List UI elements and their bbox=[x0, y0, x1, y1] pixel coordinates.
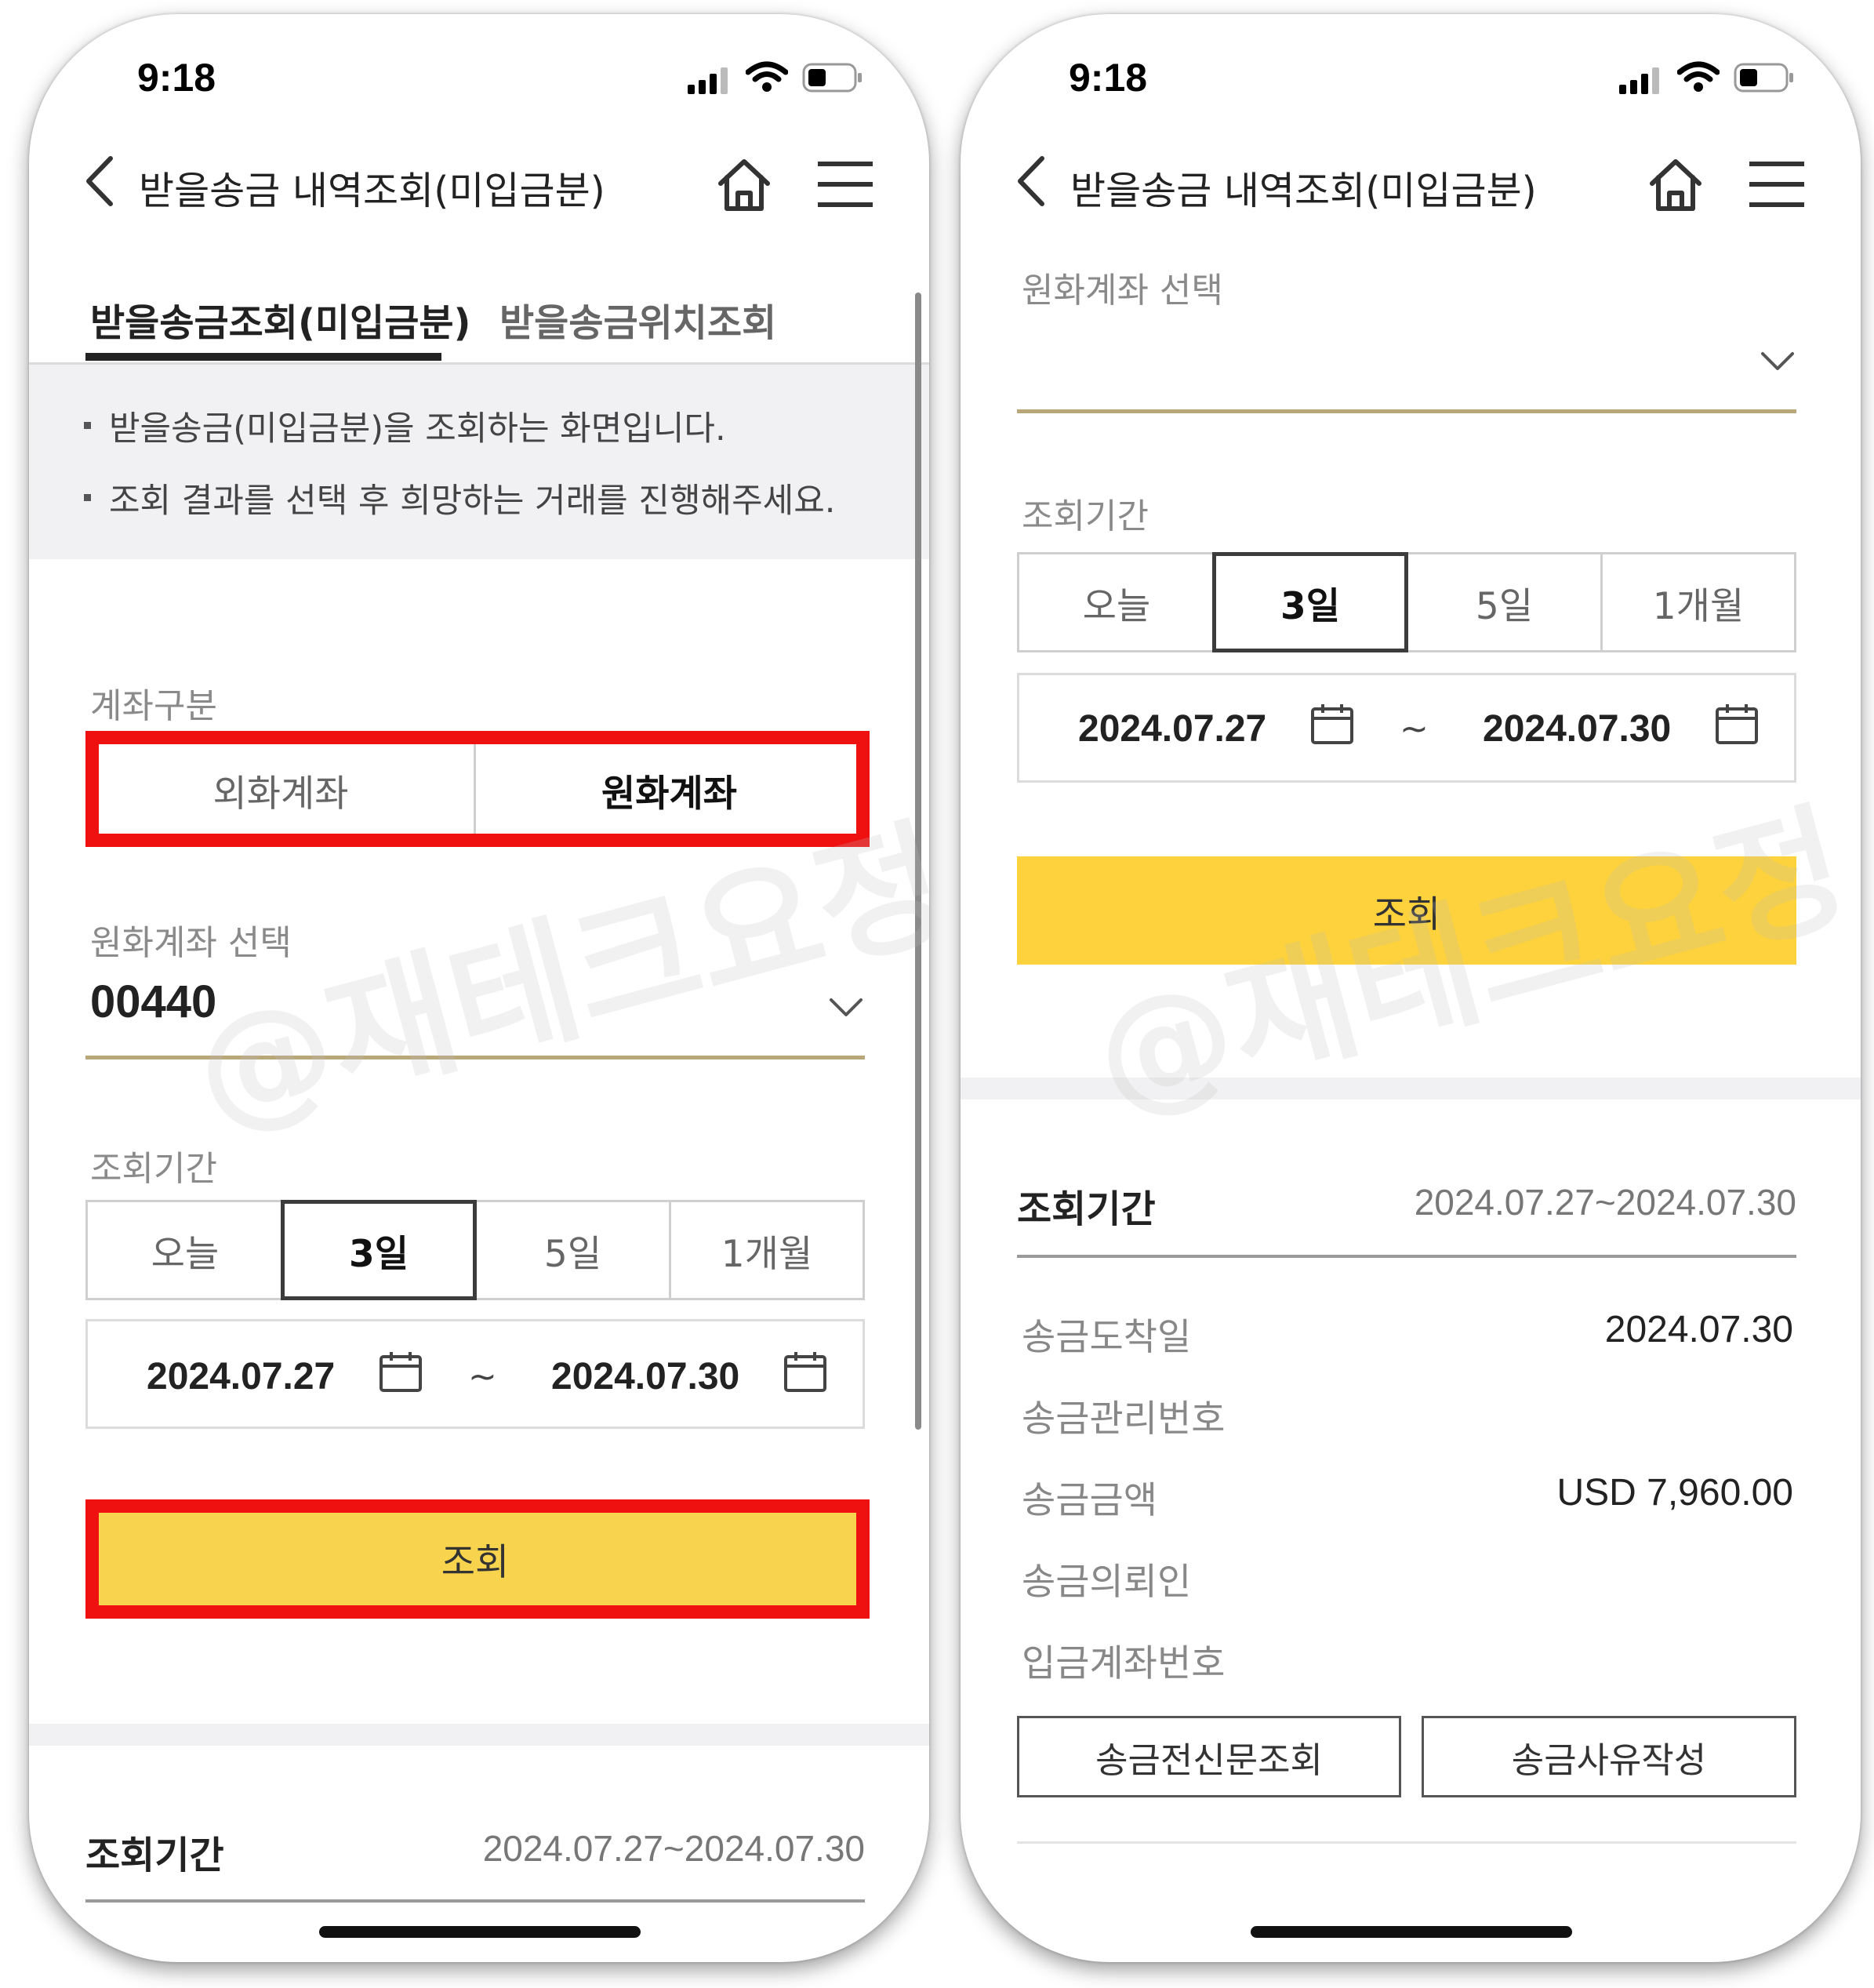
calendar-icon[interactable] bbox=[1715, 703, 1759, 745]
result-period-label: 조회기간 bbox=[85, 1834, 224, 1877]
list-divider bbox=[1017, 1841, 1796, 1844]
notice-line-2: 조회 결과를 선택 후 희망하는 거래를 진행해주세요. bbox=[109, 482, 836, 521]
status-time: 9:18 bbox=[137, 56, 216, 100]
period-option-1month[interactable]: 1개월 bbox=[671, 1202, 863, 1298]
signal-icon bbox=[688, 67, 728, 94]
result-row-label: 송금의뢰인 bbox=[1022, 1561, 1192, 1604]
menu-icon[interactable] bbox=[818, 160, 873, 209]
home-indicator bbox=[1251, 1926, 1572, 1938]
search-button[interactable]: 조회 bbox=[1017, 856, 1796, 965]
date-range-tilde: ~ bbox=[1400, 709, 1429, 749]
wifi-icon bbox=[1677, 61, 1720, 92]
period-segment: 오늘 3일 5일 1개월 bbox=[1017, 552, 1796, 652]
account-type-label: 계좌구분 bbox=[90, 686, 217, 726]
result-period-label: 조회기간 bbox=[1017, 1187, 1156, 1231]
account-select-underline bbox=[85, 1056, 865, 1059]
tab-unpaid-remittance[interactable]: 받을송금조회(미입금분) bbox=[90, 292, 470, 347]
phone-screen-right: 9:18 받을송금 내역조회(미입금분) 원화계좌 선택 조회기간 오늘 3일 … bbox=[961, 14, 1861, 1962]
signal-icon bbox=[1619, 67, 1659, 94]
won-account-option[interactable]: 원화계좌 bbox=[476, 743, 863, 837]
battery-icon bbox=[802, 63, 862, 93]
result-row-value: 2024.07.30 bbox=[1604, 1309, 1793, 1350]
period-option-3days[interactable]: 3일 bbox=[1212, 552, 1408, 652]
phone-screen-left: 9:18 받을송금 내역조회(미입금분) 받을송금조회(미입금분) 받을송금위치… bbox=[29, 14, 929, 1962]
period-option-3days[interactable]: 3일 bbox=[281, 1200, 477, 1300]
result-row-value: USD 7,960.00 bbox=[1556, 1472, 1793, 1514]
search-button[interactable]: 조회 bbox=[85, 1499, 865, 1617]
notice-box bbox=[29, 365, 929, 559]
section-divider bbox=[29, 1724, 929, 1746]
bullet-icon bbox=[84, 494, 91, 501]
account-type-segment: 외화계좌 원화계좌 bbox=[85, 740, 865, 839]
notice-line-1: 받을송금(미입금분)을 조회하는 화면입니다. bbox=[109, 409, 726, 449]
result-row-label: 송금관리번호 bbox=[1022, 1397, 1226, 1441]
status-time: 9:18 bbox=[1069, 56, 1148, 100]
page-title: 받을송금 내역조회(미입금분) bbox=[139, 169, 605, 213]
menu-icon[interactable] bbox=[1749, 160, 1804, 209]
result-period-value: 2024.07.27~2024.07.30 bbox=[1414, 1182, 1796, 1223]
result-row-label: 송금도착일 bbox=[1022, 1316, 1192, 1359]
back-chevron-icon[interactable] bbox=[1015, 155, 1047, 207]
calendar-icon[interactable] bbox=[783, 1350, 827, 1393]
result-divider bbox=[1017, 1255, 1796, 1258]
period-option-today[interactable]: 오늘 bbox=[1019, 554, 1214, 650]
period-segment: 오늘 3일 5일 1개월 bbox=[85, 1200, 865, 1300]
remittance-reason-write-button[interactable]: 송금사유작성 bbox=[1422, 1716, 1796, 1797]
bullet-icon bbox=[84, 422, 91, 429]
period-option-1month[interactable]: 1개월 bbox=[1603, 554, 1794, 650]
period-option-5days[interactable]: 5일 bbox=[477, 1202, 671, 1298]
page-title: 받을송금 내역조회(미입금분) bbox=[1070, 169, 1537, 213]
result-row-label: 송금금액 bbox=[1022, 1479, 1157, 1522]
chevron-down-icon[interactable] bbox=[1760, 351, 1795, 372]
result-divider bbox=[85, 1899, 865, 1903]
section-divider bbox=[961, 1078, 1861, 1099]
account-select-underline bbox=[1017, 409, 1796, 413]
period-label: 조회기간 bbox=[90, 1149, 217, 1189]
calendar-icon[interactable] bbox=[379, 1350, 423, 1393]
battery-icon bbox=[1734, 63, 1793, 93]
period-option-5days[interactable]: 5일 bbox=[1408, 554, 1603, 650]
home-icon[interactable] bbox=[714, 155, 774, 215]
calendar-icon[interactable] bbox=[1310, 703, 1354, 745]
end-date[interactable]: 2024.07.30 bbox=[1483, 707, 1671, 750]
end-date[interactable]: 2024.07.30 bbox=[551, 1355, 739, 1398]
result-row-label: 입금계좌번호 bbox=[1022, 1642, 1226, 1685]
date-range-tilde: ~ bbox=[468, 1357, 497, 1397]
scrollbar[interactable] bbox=[915, 293, 921, 1430]
start-date[interactable]: 2024.07.27 bbox=[1078, 707, 1266, 750]
remittance-telegram-inquiry-button[interactable]: 송금전신문조회 bbox=[1017, 1716, 1401, 1797]
period-option-today[interactable]: 오늘 bbox=[88, 1202, 282, 1298]
start-date[interactable]: 2024.07.27 bbox=[147, 1355, 335, 1398]
back-chevron-icon[interactable] bbox=[84, 155, 115, 207]
foreign-currency-account-option[interactable]: 외화계좌 bbox=[88, 743, 476, 837]
account-select-label: 원화계좌 선택 bbox=[90, 923, 292, 963]
result-period-value: 2024.07.27~2024.07.30 bbox=[482, 1828, 865, 1869]
home-indicator bbox=[319, 1926, 641, 1938]
tab-remittance-location[interactable]: 받을송금위치조회 bbox=[499, 292, 776, 347]
chevron-down-icon[interactable] bbox=[829, 998, 863, 1018]
home-icon[interactable] bbox=[1646, 155, 1705, 215]
account-select-label: 원화계좌 선택 bbox=[1022, 271, 1223, 311]
period-label: 조회기간 bbox=[1022, 496, 1149, 536]
active-tab-indicator bbox=[85, 353, 441, 361]
wifi-icon bbox=[746, 61, 788, 92]
account-select-value[interactable]: 00440 bbox=[90, 976, 216, 1028]
